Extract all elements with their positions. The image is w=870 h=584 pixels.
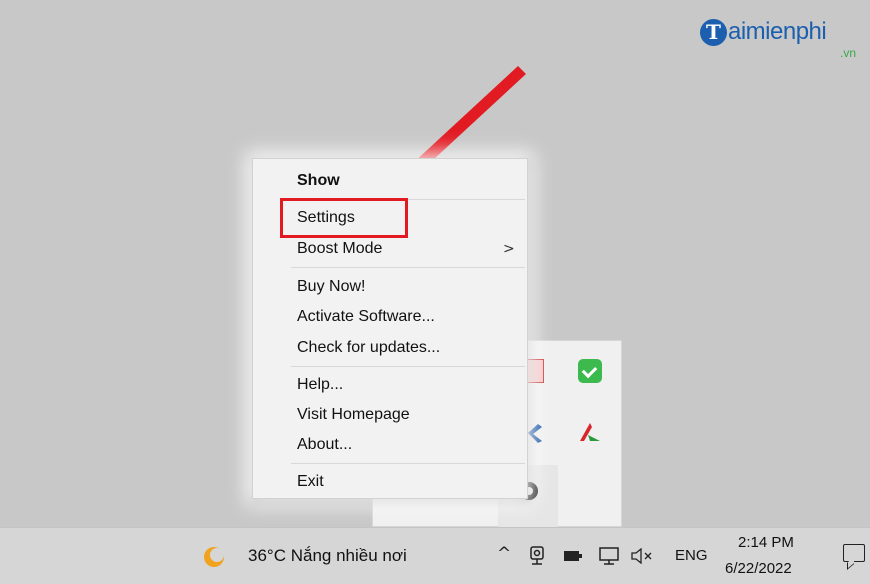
menu-separator	[291, 267, 525, 268]
tray-check-icon[interactable]	[578, 359, 602, 383]
clock-date[interactable]: 6/22/2022	[725, 560, 792, 577]
webcam-icon[interactable]	[528, 546, 546, 566]
network-icon[interactable]	[598, 547, 620, 565]
menu-item-activate-software[interactable]: Activate Software...	[297, 308, 435, 326]
menu-item-visit-homepage[interactable]: Visit Homepage	[297, 406, 410, 424]
chevron-right-icon: >	[503, 241, 515, 257]
battery-icon[interactable]	[563, 550, 583, 562]
weather-text[interactable]: 36°C Nắng nhiều nơi	[248, 546, 407, 566]
weather-sun-cloud-icon[interactable]	[202, 545, 226, 569]
menu-item-buy-now[interactable]: Buy Now!	[297, 278, 365, 296]
tray-red-triangle-icon[interactable]	[578, 421, 602, 445]
volume-muted-icon[interactable]	[630, 548, 656, 564]
menu-item-exit[interactable]: Exit	[297, 473, 324, 491]
logo-text: aimienphi	[728, 18, 827, 45]
logo-sub: .vn	[840, 46, 857, 60]
logo-initial: T	[700, 19, 727, 46]
menu-item-help[interactable]: Help...	[297, 376, 343, 394]
language-indicator[interactable]: ENG	[675, 547, 708, 564]
menu-item-check-for-updates[interactable]: Check for updates...	[297, 339, 440, 357]
menu-item-show[interactable]: Show	[297, 172, 340, 190]
notification-icon[interactable]	[843, 544, 865, 562]
menu-separator	[291, 366, 525, 367]
desktop: T aimienphi .vn Show Settings Boost Mode…	[0, 0, 870, 528]
menu-item-boost-mode[interactable]: Boost Mode	[297, 240, 382, 258]
clock-time[interactable]: 2:14 PM	[738, 534, 794, 551]
menu-separator	[291, 463, 525, 464]
chevron-up-icon[interactable]: ^	[497, 544, 511, 564]
taskbar: 36°C Nắng nhiều nơi ^ ENG 2:14 PM 6/22/2…	[0, 527, 870, 584]
settings-highlight-box	[280, 198, 408, 238]
menu-item-about[interactable]: About...	[297, 436, 352, 454]
